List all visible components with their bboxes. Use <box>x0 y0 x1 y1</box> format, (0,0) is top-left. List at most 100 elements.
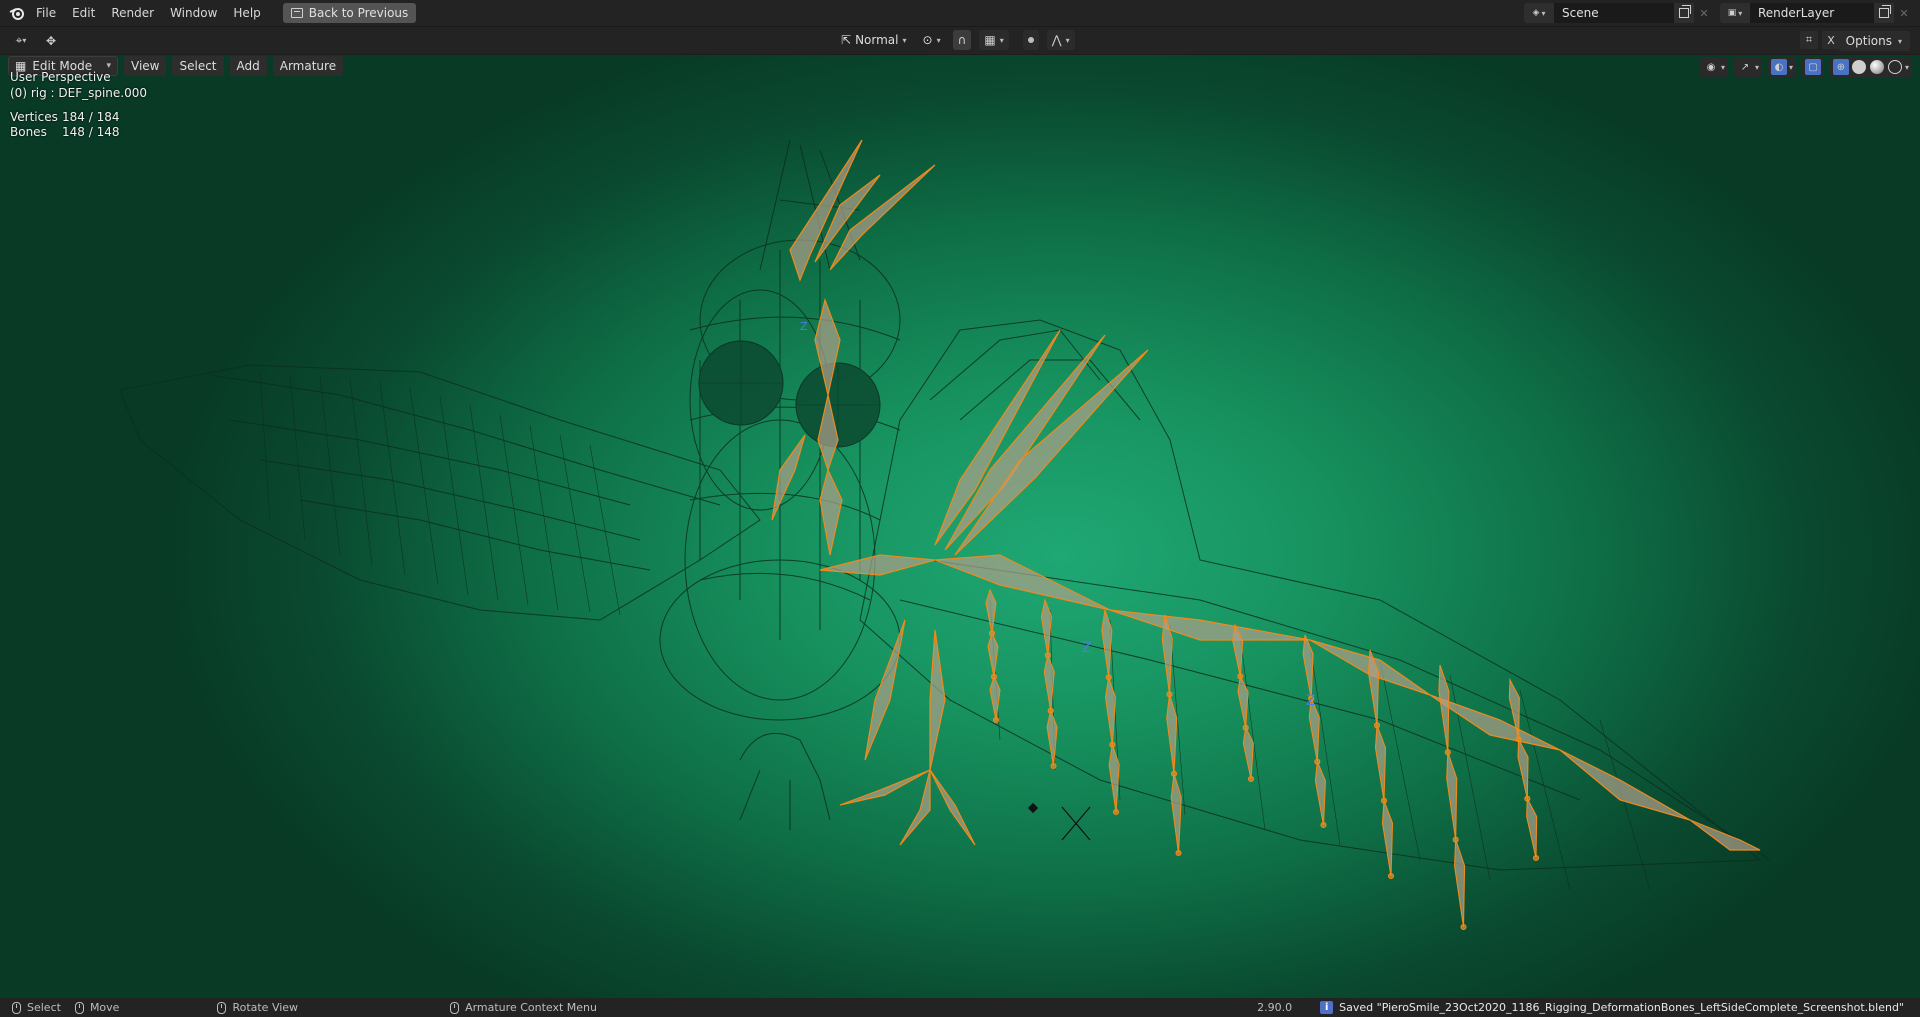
chevron-down-icon: ▾ <box>1720 62 1725 72</box>
viewport-menu-select[interactable]: Select <box>172 56 224 76</box>
mouse-drag-icon <box>74 1001 84 1014</box>
viewport-menu-view[interactable]: View <box>124 56 167 76</box>
scene-render[interactable]: Z Z Z <box>0 55 1920 998</box>
stat-bones: Bones 148 / 148 <box>10 125 119 139</box>
menu-help[interactable]: Help <box>225 3 268 23</box>
pivot-point-dropdown[interactable]: ⊙ ▾ <box>919 30 945 50</box>
bone-forearm <box>1109 609 1311 641</box>
axis-z-marker: Z <box>800 320 808 333</box>
gizmo-dropdown[interactable]: ↗ ▾ <box>1733 57 1762 77</box>
new-scene-button[interactable] <box>1674 3 1694 23</box>
overlays-dropdown[interactable]: ◐ ▾ <box>1767 57 1796 77</box>
bone-feather <box>1454 839 1466 928</box>
rendered-shading-button[interactable] <box>1887 59 1903 75</box>
xray-icon: ▢ <box>1804 59 1821 75</box>
bone-joint <box>1532 854 1540 862</box>
snap-toggle[interactable]: ∩ <box>952 30 972 50</box>
proportional-editing-toggle[interactable] <box>1022 30 1039 50</box>
delete-scene-button[interactable]: ✕ <box>1694 3 1714 23</box>
menu-edit[interactable]: Edit <box>64 3 103 23</box>
scene-browse-button[interactable]: ◈ ▾ <box>1524 3 1554 23</box>
chevron-down-icon: ▾ <box>1065 35 1070 45</box>
bone-feather <box>1101 609 1113 678</box>
chevron-down-icon[interactable]: ▾ <box>1905 63 1909 72</box>
move-tool-button[interactable]: ✥ <box>36 30 66 52</box>
close-icon: ✕ <box>1899 6 1909 20</box>
chevron-down-icon: ▾ <box>1897 36 1902 46</box>
chevron-down-icon: ▾ <box>1541 8 1546 18</box>
chevron-down-icon: ▾ <box>1788 62 1793 72</box>
copy-icon <box>1879 5 1891 18</box>
viewport-menu-armature[interactable]: Armature <box>272 56 344 76</box>
mouse-left-icon <box>12 1001 21 1014</box>
grid-icon: ▦ <box>984 33 996 47</box>
xray-toggle[interactable]: ▢ <box>1801 57 1824 77</box>
new-view-layer-button[interactable] <box>1874 3 1894 23</box>
snap-target-dropdown[interactable]: ▦ ▾ <box>979 30 1009 50</box>
chevron-down-icon: ▾ <box>902 35 907 45</box>
magnet-icon: ∩ <box>957 33 967 47</box>
version-label: 2.90.0 <box>1257 1001 1293 1014</box>
bone-feather <box>1302 634 1314 699</box>
axis-z-marker: Z <box>1082 640 1092 656</box>
overlays-icon: ◐ <box>1770 59 1787 75</box>
view-layer-name-field[interactable]: RenderLayer <box>1750 3 1874 23</box>
blender-logo-icon[interactable] <box>6 2 28 24</box>
material-shading-button[interactable] <box>1869 59 1885 75</box>
view-layer-browse-button[interactable]: ▣ ▾ <box>1720 3 1750 23</box>
transform-gizmo-button[interactable]: ⌗ <box>1800 31 1818 49</box>
visibility-dropdown[interactable]: ◉ ▾ <box>1699 57 1728 77</box>
gizmo-icon: ↗ <box>1740 61 1750 73</box>
bone-feather <box>1517 737 1529 799</box>
pivot-icon: ⊙ <box>922 33 933 47</box>
material-sphere-icon <box>1869 60 1884 74</box>
active-object-label: (0) rig : DEF_spine.000 <box>10 86 148 100</box>
tool-header: ⌖ ▾ ✥ ⇱ Normal ▾ ⊙ ▾ ∩ ▦ ▾ ⋀ ▾ ⌗ X Options ▾ <box>0 26 1920 54</box>
editor-type-button[interactable]: ⌖ ▾ <box>6 30 36 52</box>
transform-settings: ⇱ Normal ▾ ⊙ ▾ ∩ ▦ ▾ ⋀ ▾ <box>837 30 1075 50</box>
menu-render[interactable]: Render <box>103 3 162 23</box>
delete-view-layer-button[interactable]: ✕ <box>1894 3 1914 23</box>
bone-feather <box>1314 761 1326 826</box>
solid-shading-button[interactable] <box>1851 59 1867 75</box>
rendered-sphere-icon <box>1887 60 1902 74</box>
bone-feather <box>1446 752 1458 840</box>
menu-file[interactable]: File <box>28 3 64 23</box>
view-layer-icon: ▣ <box>1727 8 1737 18</box>
bone-joint <box>1112 808 1120 816</box>
3d-viewport[interactable]: Z Z Z ▦ Edit Mode ▾ View Select Add Arma… <box>0 55 1920 998</box>
stat-vertices-value: 184 / 184 <box>62 110 120 124</box>
bone-toe-1 <box>839 769 931 806</box>
status-move-label: Move <box>89 1001 120 1014</box>
transform-orientation-dropdown[interactable]: ⇱ Normal ▾ <box>837 30 911 50</box>
chevron-down-icon: ▾ <box>1738 8 1743 18</box>
proportional-falloff-dropdown[interactable]: ⋀ ▾ <box>1046 30 1075 50</box>
bone-feather <box>1438 664 1450 753</box>
chevron-down-icon: ▾ <box>1754 62 1759 72</box>
bone-feather <box>1242 725 1254 780</box>
back-to-previous-button[interactable]: Back to Previous <box>282 3 417 23</box>
bone-feather <box>989 675 1001 721</box>
status-hint-context: Armature Context Menu <box>450 1001 597 1014</box>
bone-joint <box>1050 762 1057 770</box>
status-message[interactable]: i Saved "PieroSmile_23Oct2020_1186_Riggi… <box>1320 1001 1904 1014</box>
back-to-previous-label: Back to Previous <box>308 6 409 20</box>
bone-up-feather-2 <box>944 334 1106 551</box>
stat-vertices: Vertices 184 / 184 <box>10 110 119 124</box>
scene-name-field[interactable]: Scene <box>1554 3 1674 23</box>
bone-feather <box>1166 694 1178 774</box>
bone-feather <box>1046 708 1058 767</box>
options-dropdown[interactable]: Options ▾ <box>1837 31 1910 51</box>
bone-feather <box>1170 773 1182 854</box>
menu-window[interactable]: Window <box>162 3 225 23</box>
wireframe-shading-button[interactable]: ⊕ <box>1832 59 1849 75</box>
bone-feather <box>1526 796 1538 859</box>
copy-icon <box>1679 5 1691 18</box>
viewport-menu-add[interactable]: Add <box>229 56 267 76</box>
bone-leg-left <box>864 619 906 761</box>
move-cursor-icon: ✥ <box>45 33 57 48</box>
shading-mode-buttons: ⊕ ▾ <box>1829 57 1912 77</box>
saved-message: Saved "PieroSmile_23Oct2020_1186_Rigging… <box>1339 1001 1904 1014</box>
bone-feather <box>987 631 999 677</box>
chevron-down-icon: ▾ <box>22 36 27 45</box>
